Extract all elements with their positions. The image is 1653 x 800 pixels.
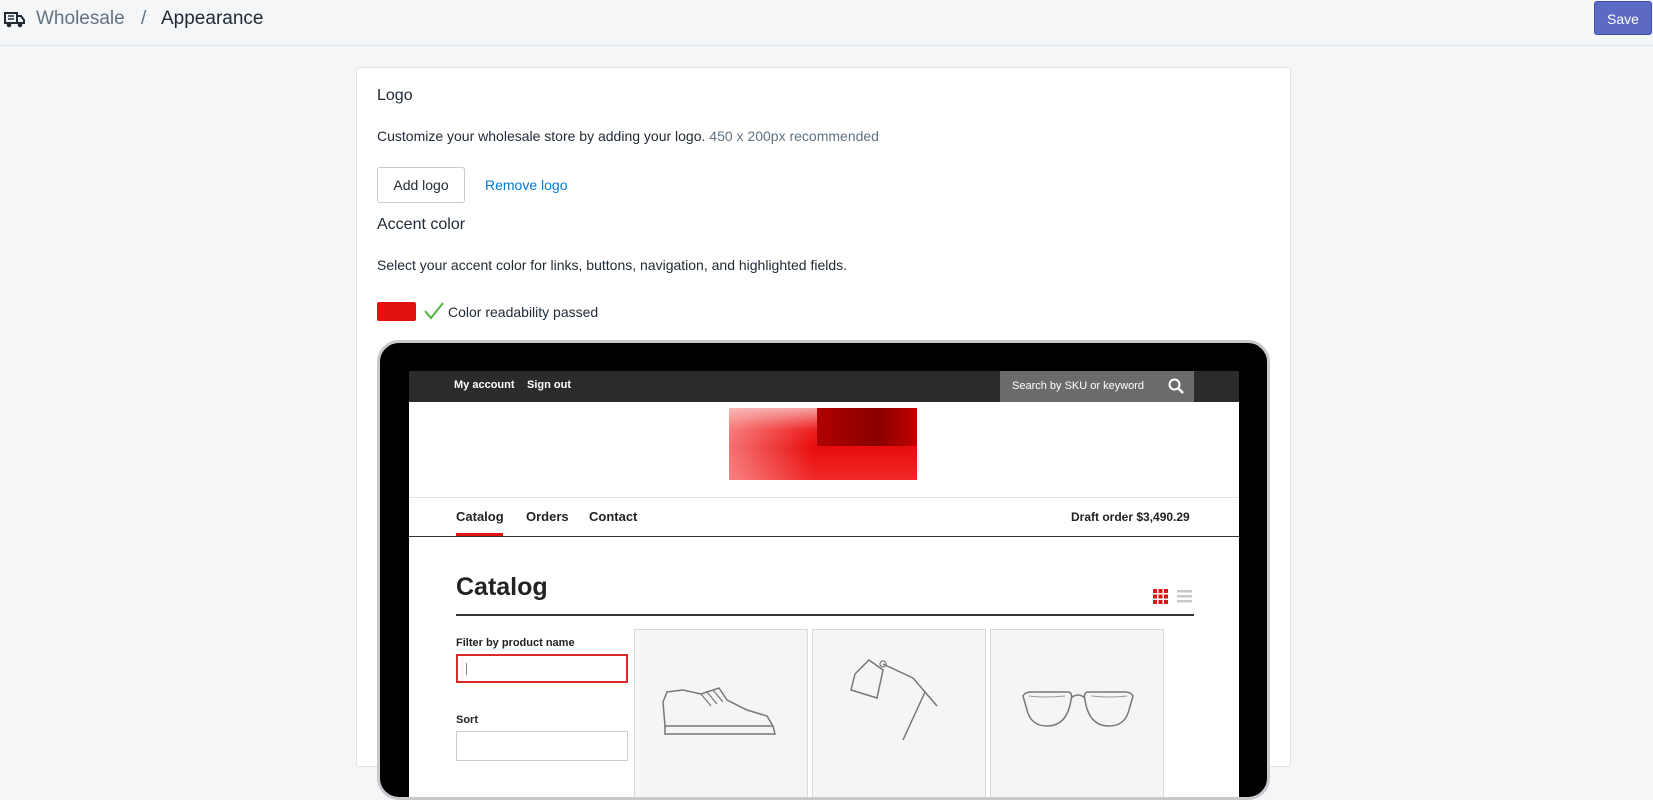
store-preview-laptop: My account Sign out Search by SKU or key… [377, 340, 1270, 800]
preview-divider [409, 497, 1239, 498]
preview-store-logo [729, 408, 917, 480]
sneaker-icon [662, 687, 776, 735]
preview-search-placeholder: Search by SKU or keyword [1012, 380, 1145, 392]
checkmark-icon [424, 302, 444, 320]
search-icon [1168, 378, 1184, 394]
preview-draft-order: Draft order $3,490.29 [1071, 510, 1190, 524]
preview-screen: My account Sign out Search by SKU or key… [409, 371, 1239, 797]
breadcrumb-separator: / [141, 8, 147, 29]
truck-icon [4, 12, 25, 28]
preview-filter-label: Filter by product name [456, 637, 575, 649]
preview-nav-contact: Contact [589, 509, 638, 524]
page-title: Appearance [161, 8, 264, 29]
logo-section-title: Logo [377, 87, 413, 104]
preview-sort-select [456, 731, 628, 761]
appearance-card: Logo Customize your wholesale store by a… [356, 67, 1291, 800]
accent-color-swatch[interactable] [377, 302, 416, 321]
add-logo-button[interactable]: Add logo [377, 167, 465, 203]
preview-search-box: Search by SKU or keyword [1000, 371, 1194, 402]
grid-view-icon [1153, 589, 1168, 604]
top-bar: Wholesale / Appearance Save [0, 0, 1653, 46]
preview-nav-orders: Orders [526, 509, 569, 524]
list-view-icon [1177, 590, 1192, 603]
accent-section-title: Accent color [377, 216, 466, 233]
preview-nav-divider [409, 536, 1239, 537]
logo-size-hint: 450 x 200px recommended [709, 128, 879, 144]
preview-product-card [990, 629, 1164, 797]
breadcrumb-wholesale[interactable]: Wholesale [36, 8, 125, 30]
preview-sign-out-link: Sign out [527, 379, 571, 391]
remove-logo-link[interactable]: Remove logo [485, 177, 568, 193]
preview-text-caret [466, 663, 467, 675]
preview-product-card [634, 629, 808, 797]
logo-description: Customize your wholesale store by adding… [377, 128, 879, 144]
desk-lamp-icon [850, 659, 938, 741]
preview-my-account-link: My account [454, 379, 515, 391]
readability-status: Color readability passed [448, 304, 599, 320]
preview-filter-input [456, 654, 628, 683]
glasses-icon [1022, 691, 1134, 727]
logo-description-text: Customize your wholesale store by adding… [377, 128, 706, 144]
preview-sort-label: Sort [456, 714, 478, 726]
accent-description: Select your accent color for links, butt… [377, 257, 848, 273]
preview-page-title: Catalog [456, 573, 548, 601]
preview-nav-catalog: Catalog [456, 509, 504, 524]
save-button[interactable]: Save [1594, 1, 1652, 35]
preview-logo-dark-area [817, 408, 917, 446]
preview-title-divider [456, 614, 1194, 616]
preview-top-bar: My account Sign out Search by SKU or key… [409, 371, 1239, 402]
preview-product-card [812, 629, 986, 797]
